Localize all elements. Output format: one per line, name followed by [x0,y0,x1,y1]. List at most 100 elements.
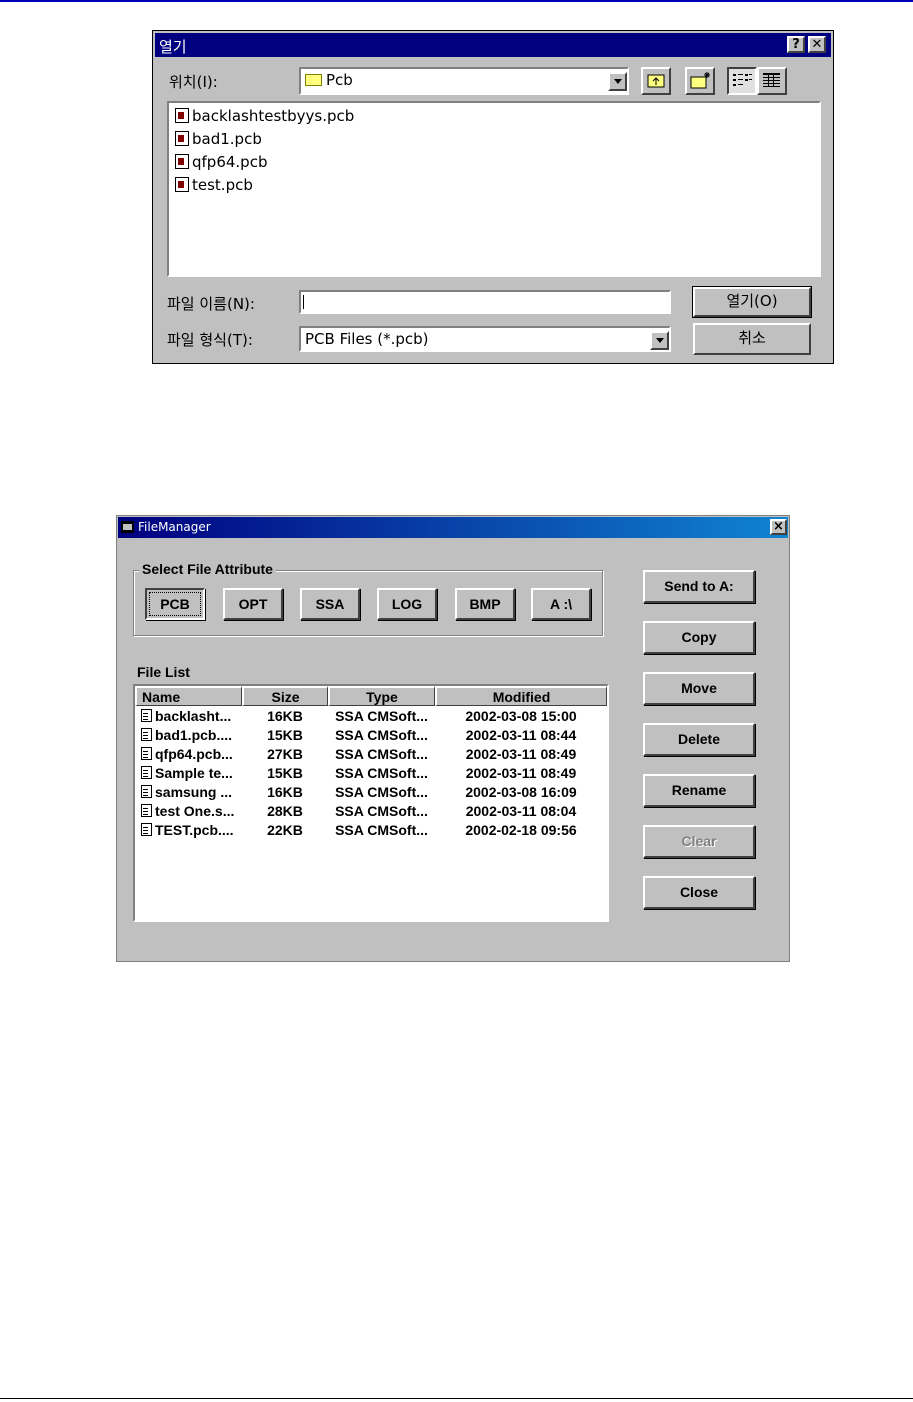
attr-button-log[interactable]: LOG [377,588,437,620]
list-item[interactable]: bad1.pcb [175,130,262,152]
send-to-a-button[interactable]: Send to A: [643,570,755,603]
copy-button[interactable]: Copy [643,621,755,654]
cell-text: SSA CMSoft... [335,727,428,743]
column-header-size[interactable]: Size [242,686,328,706]
filetype-dropdown-button[interactable] [650,331,669,350]
details-view-button[interactable] [757,67,787,95]
open-dialog: 열기 ? ✕ 위치(I): Pcb backlashtestbyys.pcb b… [152,30,834,364]
list-item[interactable]: backlashtestbyys.pcb [175,107,354,129]
cell-size: 15KB [242,727,328,743]
folder-icon [305,74,322,86]
pcb-file-icon [175,177,189,192]
column-header-modified[interactable]: Modified [435,686,607,706]
app-icon [121,521,134,533]
location-combo[interactable]: Pcb [299,67,629,95]
table-row[interactable]: test One.s... 28KB SSA CMSoft... 2002-03-11… [135,803,607,822]
list-item[interactable]: test.pcb [175,176,253,198]
text-caret [303,295,304,309]
up-folder-button[interactable] [641,67,671,95]
table-row[interactable]: Sample te... 15KB SSA CMSoft... 2002-03-11 … [135,765,607,784]
file-list-view[interactable]: Name Size Type Modified backlasht... 16KB… [133,684,609,922]
cell-type: SSA CMSoft... [328,784,435,800]
open-dialog-title: 열기 [159,38,187,56]
help-icon: ? [792,37,800,52]
cell-name: TEST.pcb.... [141,822,241,838]
column-header-name[interactable]: Name [135,686,242,706]
cell-name: Sample te... [141,765,241,781]
cell-text: test One.s... [155,803,235,819]
cell-text: 15KB [267,727,303,743]
close-icon: ✕ [811,37,823,52]
cell-name: test One.s... [141,803,241,819]
file-manager-title: FileManager [138,520,211,534]
attr-button-drive-a[interactable]: A :\ [531,588,591,620]
page-top-rule [0,0,913,2]
cell-type: SSA CMSoft... [328,727,435,743]
attr-button-ssa[interactable]: SSA [300,588,360,620]
cell-text: SSA CMSoft... [335,708,428,724]
file-manager-close-button[interactable]: × [770,519,787,535]
rename-button[interactable]: Rename [643,774,755,807]
table-row[interactable]: TEST.pcb.... 22KB SSA CMSoft... 2002-02-18 … [135,822,607,841]
list-view-icon [733,74,752,86]
location-label: 위치(I): [169,73,218,91]
table-row[interactable]: bad1.pcb.... 15KB SSA CMSoft... 2002-03-11 … [135,727,607,746]
cell-size: 22KB [242,822,328,838]
cell-text: SSA CMSoft... [335,803,428,819]
pcb-file-icon [175,131,189,146]
cell-text: 2002-03-08 16:09 [465,784,577,800]
cell-size: 27KB [242,746,328,762]
cell-text: SSA CMSoft... [335,822,428,838]
cell-size: 15KB [242,765,328,781]
new-folder-button[interactable] [685,67,715,95]
cell-type: SSA CMSoft... [328,765,435,781]
close-button[interactable]: ✕ [808,36,826,53]
list-item[interactable]: qfp64.pcb [175,153,267,175]
open-button[interactable]: 열기(O) [692,286,812,318]
file-icon [141,728,152,741]
move-button[interactable]: Move [643,672,755,705]
file-list-label: File List [137,664,190,680]
cell-size: 16KB [242,784,328,800]
cell-name: bad1.pcb.... [141,727,241,743]
cell-modified: 2002-03-11 08:44 [435,727,607,743]
up-folder-icon [647,74,665,88]
cell-text: TEST.pcb.... [155,822,234,838]
close-dialog-button[interactable]: Close [643,876,755,909]
location-dropdown-button[interactable] [608,72,627,91]
table-row[interactable]: backlasht... 16KB SSA CMSoft... 2002-03-08 … [135,708,607,727]
cell-size: 28KB [242,803,328,819]
cell-text: qfp64.pcb... [155,746,233,762]
cell-text: 2002-02-18 09:56 [465,822,577,838]
close-icon: × [773,519,784,534]
cell-modified: 2002-03-11 08:04 [435,803,607,819]
clear-button[interactable]: Clear [643,825,755,858]
cell-type: SSA CMSoft... [328,803,435,819]
cell-text: 28KB [267,803,303,819]
file-icon [141,766,152,779]
filetype-combo[interactable]: PCB Files (*.pcb) [299,326,671,352]
help-button[interactable]: ? [787,36,805,53]
table-row[interactable]: samsung ... 16KB SSA CMSoft... 2002-03-08 1… [135,784,607,803]
attribute-group-label: Select File Attribute [139,561,276,577]
cancel-button[interactable]: 취소 [693,323,811,355]
table-row[interactable]: qfp64.pcb... 27KB SSA CMSoft... 2002-03-11 … [135,746,607,765]
column-header-type[interactable]: Type [328,686,435,706]
attr-button-bmp[interactable]: BMP [455,588,515,620]
filename-input[interactable] [299,290,671,314]
attr-button-opt[interactable]: OPT [223,588,283,620]
cell-text: SSA CMSoft... [335,784,428,800]
file-manager-title-bar[interactable]: FileManager × [118,517,788,538]
attr-button-pcb[interactable]: PCB [145,588,205,620]
open-dialog-title-bar[interactable]: 열기 ? ✕ [155,33,831,57]
delete-button[interactable]: Delete [643,723,755,756]
page-bottom-rule [0,1398,913,1399]
file-manager-dialog: FileManager × Select File Attribute PCB … [116,515,790,962]
cell-text: 2002-03-11 08:44 [465,727,577,743]
list-view-button[interactable] [727,67,757,95]
cell-text: 15KB [267,765,303,781]
cell-text: samsung ... [155,784,233,800]
file-list-pane[interactable]: backlashtestbyys.pcb bad1.pcb qfp64.pcb … [167,101,821,277]
cell-modified: 2002-03-11 08:49 [435,746,607,762]
filetype-label: 파일 형식(T): [167,331,253,349]
